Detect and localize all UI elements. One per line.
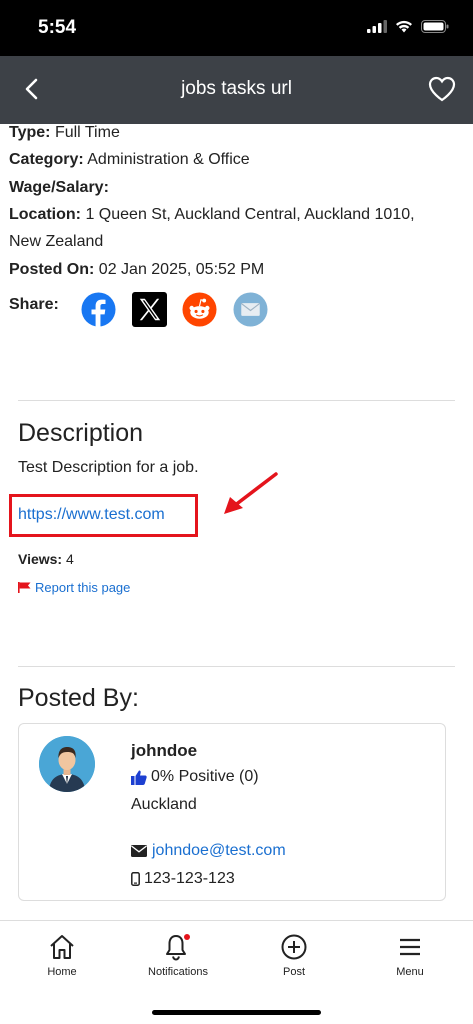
signal-icon — [367, 20, 387, 33]
posted-by-title: Posted By: — [18, 684, 139, 712]
type-value: Full Time — [54, 124, 120, 141]
detail-type: Type: Full Time — [9, 124, 120, 146]
user-email[interactable]: johndoe@test.com — [131, 842, 286, 860]
user-city: Auckland — [131, 796, 197, 813]
envelope-icon — [131, 845, 147, 857]
home-indicator — [152, 1010, 321, 1015]
location-label: Location: — [9, 206, 81, 223]
location-value-line1: 1 Queen St, Auckland Central, Auckland 1… — [85, 206, 415, 223]
tab-label: Post — [282, 966, 305, 978]
menu-icon — [400, 938, 420, 956]
category-value: Administration & Office — [87, 151, 250, 168]
phone-icon — [131, 872, 140, 886]
nav-bar: jobs tasks url — [0, 56, 473, 124]
home-icon — [50, 935, 74, 959]
thumbs-up-icon — [131, 770, 147, 785]
user-phone[interactable]: 123-123-123 — [131, 870, 235, 888]
user-name[interactable]: johndoe — [131, 741, 197, 761]
email-icon[interactable] — [233, 292, 268, 327]
divider — [18, 666, 455, 667]
status-icons — [367, 20, 449, 33]
tab-label: Notifications — [148, 966, 208, 978]
posted-value: 02 Jan 2025, 05:52 PM — [98, 261, 265, 278]
favorite-button[interactable] — [427, 74, 457, 104]
tab-menu[interactable]: Menu — [360, 933, 460, 978]
tab-label: Menu — [396, 966, 424, 978]
category-label: Category: — [9, 151, 84, 168]
tab-post[interactable]: Post — [244, 933, 344, 978]
avatar[interactable] — [39, 736, 95, 792]
detail-category: Category: Administration & Office — [9, 146, 250, 173]
rating-text: 0% Positive (0) — [151, 768, 259, 785]
posted-label: Posted On: — [9, 261, 95, 278]
share-label: Share: — [9, 296, 59, 313]
type-label: Type: — [9, 124, 51, 141]
description-link[interactable]: https://www.test.com — [18, 506, 165, 524]
plus-circle-icon — [281, 934, 307, 960]
page-title: jobs tasks url — [181, 78, 292, 99]
report-link[interactable]: Report this page — [18, 580, 130, 595]
status-bar: 5:54 — [0, 0, 473, 56]
email-text: johndoe@test.com — [152, 842, 286, 859]
description-title: Description — [18, 419, 144, 447]
detail-posted: Posted On: 02 Jan 2025, 05:52 PM — [9, 256, 264, 283]
battery-icon — [421, 20, 449, 33]
user-card: johndoe 0% Positive (0) Auckland johndoe… — [18, 723, 446, 901]
tab-bar: Home Notifications Post Menu — [0, 920, 473, 1024]
tab-notifications[interactable]: Notifications — [128, 933, 228, 978]
detail-location-cont: New Zealand — [9, 228, 103, 255]
x-icon[interactable] — [132, 292, 167, 327]
heart-icon — [428, 76, 456, 102]
arrow-annotation-icon — [224, 472, 278, 514]
phone-text: 123-123-123 — [144, 870, 235, 887]
reddit-icon[interactable] — [182, 292, 217, 327]
views-value: 4 — [66, 551, 74, 567]
detail-location: Location: 1 Queen St, Auckland Central, … — [9, 201, 415, 228]
user-avatar-icon — [39, 736, 95, 792]
content: Type: Full Time Category: Administration… — [0, 124, 473, 920]
views-count: Views: 4 — [18, 551, 74, 567]
location-value-line2: New Zealand — [9, 233, 104, 250]
views-label: Views: — [18, 551, 63, 567]
flag-icon — [18, 582, 31, 593]
wage-label: Wage/Salary: — [9, 179, 109, 196]
tab-home[interactable]: Home — [12, 933, 112, 978]
wifi-icon — [396, 20, 412, 33]
divider — [18, 400, 455, 401]
description-text: Test Description for a job. — [18, 459, 199, 476]
report-label: Report this page — [35, 580, 131, 595]
bell-icon — [166, 934, 190, 961]
status-time: 5:54 — [38, 17, 77, 38]
facebook-icon[interactable] — [81, 292, 116, 327]
user-rating: 0% Positive (0) — [131, 768, 259, 786]
tab-label: Home — [47, 966, 77, 978]
detail-wage: Wage/Salary: — [9, 174, 109, 201]
